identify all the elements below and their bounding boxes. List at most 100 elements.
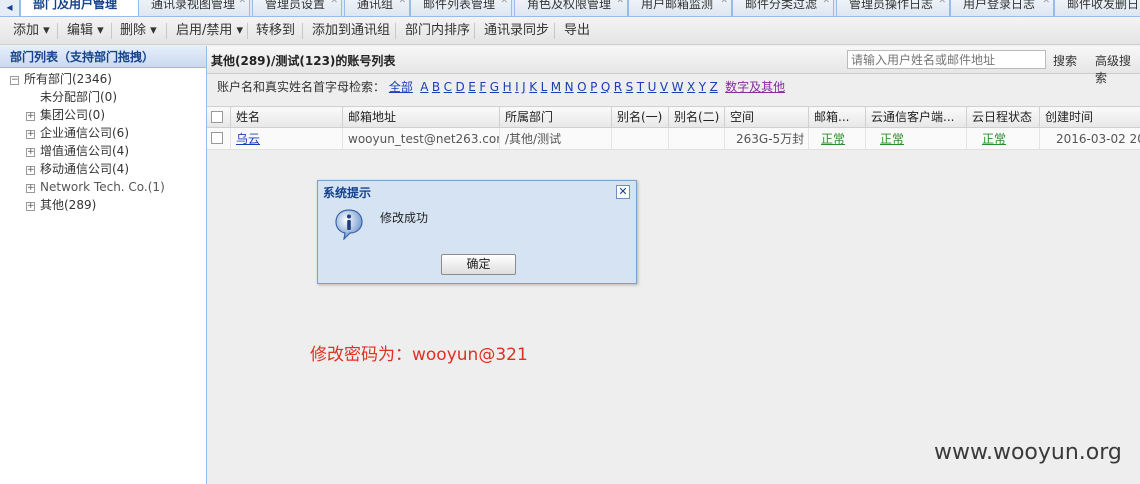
mailbox-status-link[interactable]: 正常 <box>821 132 845 146</box>
tree-node-other[interactable]: + 其他(289) <box>26 196 96 214</box>
tab-mailbox-monitor[interactable]: 用户邮箱监测 ✕ <box>628 0 732 16</box>
alpha-filter-letter[interactable]: J <box>522 80 526 94</box>
tab-dept-user-mgmt[interactable]: 部门及用户管理✕ <box>20 0 148 16</box>
col-alias2[interactable]: 别名(二) <box>669 107 725 129</box>
tab-mail-filter[interactable]: 邮件分类过滤 ✕ <box>732 0 834 16</box>
tab-roles[interactable]: 角色及权限管理 ✕ <box>514 0 628 16</box>
alpha-filter-letter[interactable]: P <box>590 80 597 94</box>
expand-icon[interactable]: + <box>26 130 35 139</box>
alpha-filter-all[interactable]: 全部 <box>389 80 413 94</box>
export-button[interactable]: 导出 <box>564 17 590 45</box>
tab-label: 邮件分类过滤 <box>745 0 818 11</box>
alpha-filter-letter[interactable]: R <box>614 80 622 94</box>
tab-login-log[interactable]: 用户登录日志 ✕ <box>950 0 1054 16</box>
password-annotation: 修改密码为：wooyun@321 <box>310 345 528 365</box>
alpha-filter-letter[interactable]: G <box>490 80 499 94</box>
close-icon[interactable]: ✕ <box>330 0 338 6</box>
tab-admin-settings[interactable]: 管理员设置 ✕ <box>252 0 342 16</box>
alpha-filter-letter[interactable]: U <box>648 80 657 94</box>
tab-contacts-view[interactable]: 通讯录视图管理 ✕ <box>138 0 250 16</box>
search-button[interactable]: 搜索 <box>1053 52 1077 69</box>
cell-mailbox: 正常 <box>809 128 866 150</box>
col-client[interactable]: 云通信客户端... <box>866 107 967 129</box>
collapse-icon[interactable]: − <box>10 76 19 85</box>
sort-in-dept-button[interactable]: 部门内排序 <box>405 17 470 45</box>
edit-button[interactable]: 编辑 ▾ <box>67 17 104 45</box>
alpha-filter-letter[interactable]: A <box>420 80 428 94</box>
tree-node-group-company[interactable]: + 集团公司(0) <box>26 106 105 124</box>
alpha-filter-letter[interactable]: W <box>672 80 684 94</box>
col-dept[interactable]: 所属部门 <box>500 107 612 129</box>
client-status-link[interactable]: 正常 <box>880 132 904 146</box>
tab-mail-list[interactable]: 邮件列表管理 ✕ <box>410 0 512 16</box>
select-all-checkbox[interactable] <box>211 111 223 123</box>
close-icon[interactable]: ✕ <box>238 0 246 6</box>
close-icon[interactable]: ✕ <box>500 0 508 6</box>
alpha-filter-letter[interactable]: C <box>444 80 452 94</box>
tree-node-network-tech[interactable]: + Network Tech. Co.(1) <box>26 178 165 196</box>
tree-node-all[interactable]: − 所有部门(2346) <box>10 70 112 88</box>
tree-node-mobile-comm[interactable]: + 移动通信公司(4) <box>26 160 129 178</box>
ok-button[interactable]: 确定 <box>441 254 516 275</box>
close-icon[interactable]: ✕ <box>938 0 946 6</box>
col-mailbox[interactable]: 邮箱... <box>809 107 866 129</box>
add-button[interactable]: 添加 ▾ <box>13 17 50 45</box>
table-row[interactable]: 乌云 wooyun_test@net263.com /其他/测试 263G-5万… <box>207 128 1140 150</box>
alpha-filter-other[interactable]: 数字及其他 <box>725 80 785 94</box>
expand-icon[interactable]: + <box>26 202 35 211</box>
tab-scroll-left-icon[interactable]: ◂ <box>0 0 20 16</box>
tree-node-label: 企业通信公司(6) <box>40 126 129 140</box>
close-icon[interactable]: ✕ <box>616 0 624 6</box>
expand-icon[interactable]: + <box>26 166 35 175</box>
delete-button[interactable]: 删除 ▾ <box>120 17 157 45</box>
expand-icon[interactable]: + <box>26 148 35 157</box>
col-email[interactable]: 邮箱地址 <box>343 107 500 129</box>
enable-disable-button[interactable]: 启用/禁用 ▾ <box>176 17 243 45</box>
close-icon[interactable]: ✕ <box>1042 0 1050 6</box>
add-to-group-button[interactable]: 添加到通讯组 <box>312 17 390 45</box>
col-created[interactable]: 创建时间 <box>1040 107 1140 129</box>
alpha-filter-letter[interactable]: L <box>541 80 548 94</box>
alpha-filter-letter[interactable]: F <box>479 80 486 94</box>
sync-contacts-button[interactable]: 通讯录同步 <box>484 17 549 45</box>
alpha-filter-letter[interactable]: K <box>529 80 537 94</box>
row-checkbox[interactable] <box>211 132 223 144</box>
tab-label: 角色及权限管理 <box>527 0 612 11</box>
alpha-filter-letter[interactable]: H <box>503 80 512 94</box>
cell-email: wooyun_test@net263.com <box>343 128 500 150</box>
alpha-filter-letter[interactable]: Q <box>601 80 610 94</box>
alpha-filter-letter[interactable]: B <box>432 80 440 94</box>
tree-node-enterprise-comm[interactable]: + 企业通信公司(6) <box>26 124 129 142</box>
tree-node-unassigned[interactable]: 未分配部门(0) <box>40 88 117 106</box>
col-name[interactable]: 姓名 <box>231 107 343 129</box>
col-calendar[interactable]: 云日程状态 <box>967 107 1040 129</box>
alpha-filter-letter[interactable]: T <box>637 80 644 94</box>
alpha-filter-letter[interactable]: Y <box>699 80 706 94</box>
search-input[interactable] <box>847 50 1046 69</box>
user-name-link[interactable]: 乌云 <box>236 132 260 146</box>
alpha-filter-letter[interactable]: O <box>577 80 586 94</box>
close-icon[interactable]: ✕ <box>398 0 406 6</box>
col-alias1[interactable]: 别名(一) <box>612 107 669 129</box>
tab-admin-log[interactable]: 管理员操作日志 ✕ <box>836 0 950 16</box>
alpha-filter-letter[interactable]: D <box>456 80 465 94</box>
col-space[interactable]: 空间 <box>725 107 809 129</box>
alpha-filter-letter[interactable]: I <box>515 80 519 94</box>
move-to-button[interactable]: 转移到 <box>256 17 295 45</box>
alpha-filter-letter[interactable]: S <box>626 80 634 94</box>
close-icon[interactable]: ✕ <box>720 0 728 6</box>
tree-node-value-added[interactable]: + 增值通信公司(4) <box>26 142 129 160</box>
expand-icon[interactable]: + <box>26 184 35 193</box>
close-icon[interactable]: ✕ <box>616 185 630 199</box>
tab-mail-log[interactable]: 邮件收发删日 <box>1054 0 1140 16</box>
calendar-status-link[interactable]: 正常 <box>982 132 1006 146</box>
expand-icon[interactable]: + <box>26 112 35 121</box>
alpha-filter-letter[interactable]: N <box>565 80 574 94</box>
alpha-filter-letter[interactable]: X <box>687 80 695 94</box>
alpha-filter-letter[interactable]: E <box>468 80 476 94</box>
alpha-filter-letter[interactable]: M <box>551 80 561 94</box>
tab-groups[interactable]: 通讯组 ✕ <box>344 0 410 16</box>
alpha-filter-letter[interactable]: V <box>660 80 668 94</box>
close-icon[interactable]: ✕ <box>822 0 830 6</box>
alpha-filter-letter[interactable]: Z <box>710 80 718 94</box>
